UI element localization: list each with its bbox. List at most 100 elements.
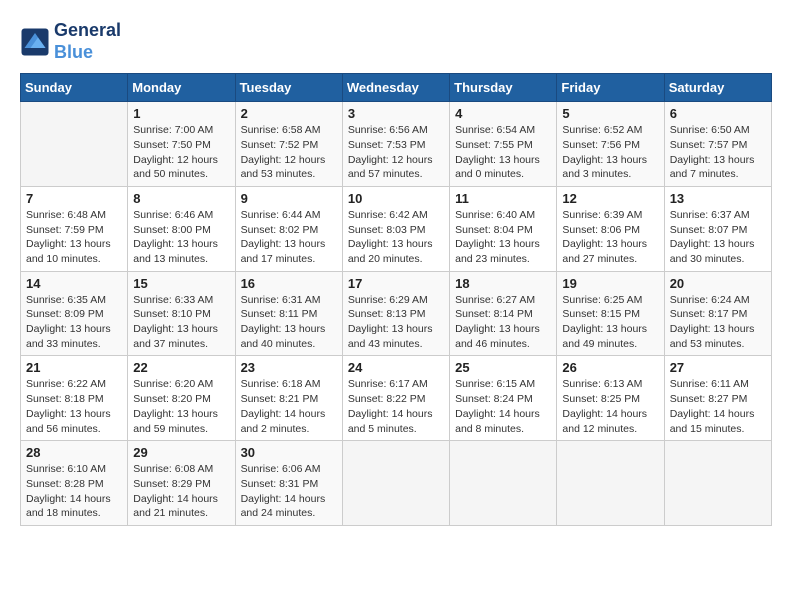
cell-content: Sunrise: 6:18 AM Sunset: 8:21 PM Dayligh… [241, 377, 337, 436]
cell-content: Sunrise: 6:42 AM Sunset: 8:03 PM Dayligh… [348, 208, 444, 267]
logo-icon [20, 27, 50, 57]
calendar-cell: 24 Sunrise: 6:17 AM Sunset: 8:22 PM Dayli… [342, 356, 449, 441]
cell-content: Sunrise: 7:00 AM Sunset: 7:50 PM Dayligh… [133, 123, 229, 182]
cell-content: Sunrise: 6:58 AM Sunset: 7:52 PM Dayligh… [241, 123, 337, 182]
cell-content: Sunrise: 6:25 AM Sunset: 8:15 PM Dayligh… [562, 293, 658, 352]
cell-content: Sunrise: 6:52 AM Sunset: 7:56 PM Dayligh… [562, 123, 658, 182]
calendar-cell: 9Sunrise: 6:44 AM Sunset: 8:02 PM Daylig… [235, 186, 342, 271]
calendar-week-row: 1 Sunrise: 7:00 AM Sunset: 7:50 PM Daylig… [21, 102, 772, 187]
day-number: 16 [241, 276, 337, 291]
day-number: 5 [562, 106, 658, 121]
cell-content: Sunrise: 6:17 AM Sunset: 8:22 PM Dayligh… [348, 377, 444, 436]
day-number: 24 [348, 360, 444, 375]
calendar-week-row: 7 Sunrise: 6:48 AM Sunset: 7:59 PM Daylig… [21, 186, 772, 271]
day-number: 6 [670, 106, 766, 121]
day-number: 14 [26, 276, 122, 291]
cell-content: Sunrise: 6:06 AM Sunset: 8:31 PM Dayligh… [241, 462, 337, 521]
weekday-header-friday: Friday [557, 74, 664, 102]
day-number: 30 [241, 445, 337, 460]
calendar-cell: 13 Sunrise: 6:37 AM Sunset: 8:07 PM Dayli… [664, 186, 771, 271]
calendar-table: SundayMondayTuesdayWednesdayThursdayFrid… [20, 73, 772, 526]
calendar-cell: 12 Sunrise: 6:39 AM Sunset: 8:06 PM Dayli… [557, 186, 664, 271]
weekday-header-tuesday: Tuesday [235, 74, 342, 102]
calendar-cell: 6 Sunrise: 6:50 AM Sunset: 7:57 PM Daylig… [664, 102, 771, 187]
cell-content: Sunrise: 6:54 AM Sunset: 7:55 PM Dayligh… [455, 123, 551, 182]
calendar-week-row: 28 Sunrise: 6:10 AM Sunset: 8:28 PM Dayli… [21, 441, 772, 526]
cell-content: Sunrise: 6:39 AM Sunset: 8:06 PM Dayligh… [562, 208, 658, 267]
weekday-header-saturday: Saturday [664, 74, 771, 102]
page-header: General Blue [20, 20, 772, 63]
weekday-header-wednesday: Wednesday [342, 74, 449, 102]
weekday-header-sunday: Sunday [21, 74, 128, 102]
calendar-cell: 20 Sunrise: 6:24 AM Sunset: 8:17 PM Dayli… [664, 271, 771, 356]
calendar-cell: 4 Sunrise: 6:54 AM Sunset: 7:55 PM Daylig… [450, 102, 557, 187]
day-number: 15 [133, 276, 229, 291]
day-number: 27 [670, 360, 766, 375]
calendar-week-row: 21 Sunrise: 6:22 AM Sunset: 8:18 PM Dayli… [21, 356, 772, 441]
day-number: 21 [26, 360, 122, 375]
day-number: 29 [133, 445, 229, 460]
cell-content: Sunrise: 6:33 AM Sunset: 8:10 PM Dayligh… [133, 293, 229, 352]
cell-content: Sunrise: 6:20 AM Sunset: 8:20 PM Dayligh… [133, 377, 229, 436]
day-number: 2 [241, 106, 337, 121]
cell-content: Sunrise: 6:46 AM Sunset: 8:00 PM Dayligh… [133, 208, 229, 267]
day-number: 28 [26, 445, 122, 460]
cell-content: Sunrise: 6:48 AM Sunset: 7:59 PM Dayligh… [26, 208, 122, 267]
cell-content: Sunrise: 6:31 AM Sunset: 8:11 PM Dayligh… [241, 293, 337, 352]
logo: General Blue [20, 20, 121, 63]
calendar-cell: 30 Sunrise: 6:06 AM Sunset: 8:31 PM Dayli… [235, 441, 342, 526]
day-number: 23 [241, 360, 337, 375]
day-number: 9 [241, 191, 337, 206]
calendar-cell: 18 Sunrise: 6:27 AM Sunset: 8:14 PM Dayli… [450, 271, 557, 356]
day-number: 3 [348, 106, 444, 121]
calendar-cell [450, 441, 557, 526]
calendar-cell: 26Sunrise: 6:13 AM Sunset: 8:25 PM Dayli… [557, 356, 664, 441]
cell-content: Sunrise: 6:35 AM Sunset: 8:09 PM Dayligh… [26, 293, 122, 352]
cell-content: Sunrise: 6:10 AM Sunset: 8:28 PM Dayligh… [26, 462, 122, 521]
calendar-week-row: 14 Sunrise: 6:35 AM Sunset: 8:09 PM Dayli… [21, 271, 772, 356]
calendar-cell: 3Sunrise: 6:56 AM Sunset: 7:53 PM Daylig… [342, 102, 449, 187]
day-number: 20 [670, 276, 766, 291]
calendar-cell: 14 Sunrise: 6:35 AM Sunset: 8:09 PM Dayli… [21, 271, 128, 356]
day-number: 18 [455, 276, 551, 291]
cell-content: Sunrise: 6:27 AM Sunset: 8:14 PM Dayligh… [455, 293, 551, 352]
cell-content: Sunrise: 6:37 AM Sunset: 8:07 PM Dayligh… [670, 208, 766, 267]
cell-content: Sunrise: 6:24 AM Sunset: 8:17 PM Dayligh… [670, 293, 766, 352]
day-number: 1 [133, 106, 229, 121]
calendar-cell: 10Sunrise: 6:42 AM Sunset: 8:03 PM Dayli… [342, 186, 449, 271]
calendar-cell [664, 441, 771, 526]
weekday-header-thursday: Thursday [450, 74, 557, 102]
cell-content: Sunrise: 6:08 AM Sunset: 8:29 PM Dayligh… [133, 462, 229, 521]
calendar-cell: 29 Sunrise: 6:08 AM Sunset: 8:29 PM Dayli… [128, 441, 235, 526]
calendar-cell: 21 Sunrise: 6:22 AM Sunset: 8:18 PM Dayli… [21, 356, 128, 441]
calendar-cell: 1 Sunrise: 7:00 AM Sunset: 7:50 PM Daylig… [128, 102, 235, 187]
day-number: 26 [562, 360, 658, 375]
cell-content: Sunrise: 6:50 AM Sunset: 7:57 PM Dayligh… [670, 123, 766, 182]
day-number: 12 [562, 191, 658, 206]
day-number: 13 [670, 191, 766, 206]
calendar-cell: 15 Sunrise: 6:33 AM Sunset: 8:10 PM Dayli… [128, 271, 235, 356]
calendar-cell: 5 Sunrise: 6:52 AM Sunset: 7:56 PM Daylig… [557, 102, 664, 187]
cell-content: Sunrise: 6:15 AM Sunset: 8:24 PM Dayligh… [455, 377, 551, 436]
calendar-cell: 19Sunrise: 6:25 AM Sunset: 8:15 PM Dayli… [557, 271, 664, 356]
calendar-cell [342, 441, 449, 526]
calendar-cell: 2 Sunrise: 6:58 AM Sunset: 7:52 PM Daylig… [235, 102, 342, 187]
calendar-cell: 28 Sunrise: 6:10 AM Sunset: 8:28 PM Dayli… [21, 441, 128, 526]
calendar-cell: 22 Sunrise: 6:20 AM Sunset: 8:20 PM Dayli… [128, 356, 235, 441]
calendar-cell: 16 Sunrise: 6:31 AM Sunset: 8:11 PM Dayli… [235, 271, 342, 356]
calendar-cell: 8Sunrise: 6:46 AM Sunset: 8:00 PM Daylig… [128, 186, 235, 271]
cell-content: Sunrise: 6:29 AM Sunset: 8:13 PM Dayligh… [348, 293, 444, 352]
calendar-cell: 17 Sunrise: 6:29 AM Sunset: 8:13 PM Dayli… [342, 271, 449, 356]
calendar-cell [557, 441, 664, 526]
cell-content: Sunrise: 6:22 AM Sunset: 8:18 PM Dayligh… [26, 377, 122, 436]
calendar-cell: 11Sunrise: 6:40 AM Sunset: 8:04 PM Dayli… [450, 186, 557, 271]
day-number: 17 [348, 276, 444, 291]
day-number: 4 [455, 106, 551, 121]
day-number: 7 [26, 191, 122, 206]
calendar-cell: 25Sunrise: 6:15 AM Sunset: 8:24 PM Dayli… [450, 356, 557, 441]
day-number: 22 [133, 360, 229, 375]
day-number: 11 [455, 191, 551, 206]
calendar-cell: 23 Sunrise: 6:18 AM Sunset: 8:21 PM Dayli… [235, 356, 342, 441]
calendar-cell: 7 Sunrise: 6:48 AM Sunset: 7:59 PM Daylig… [21, 186, 128, 271]
cell-content: Sunrise: 6:11 AM Sunset: 8:27 PM Dayligh… [670, 377, 766, 436]
